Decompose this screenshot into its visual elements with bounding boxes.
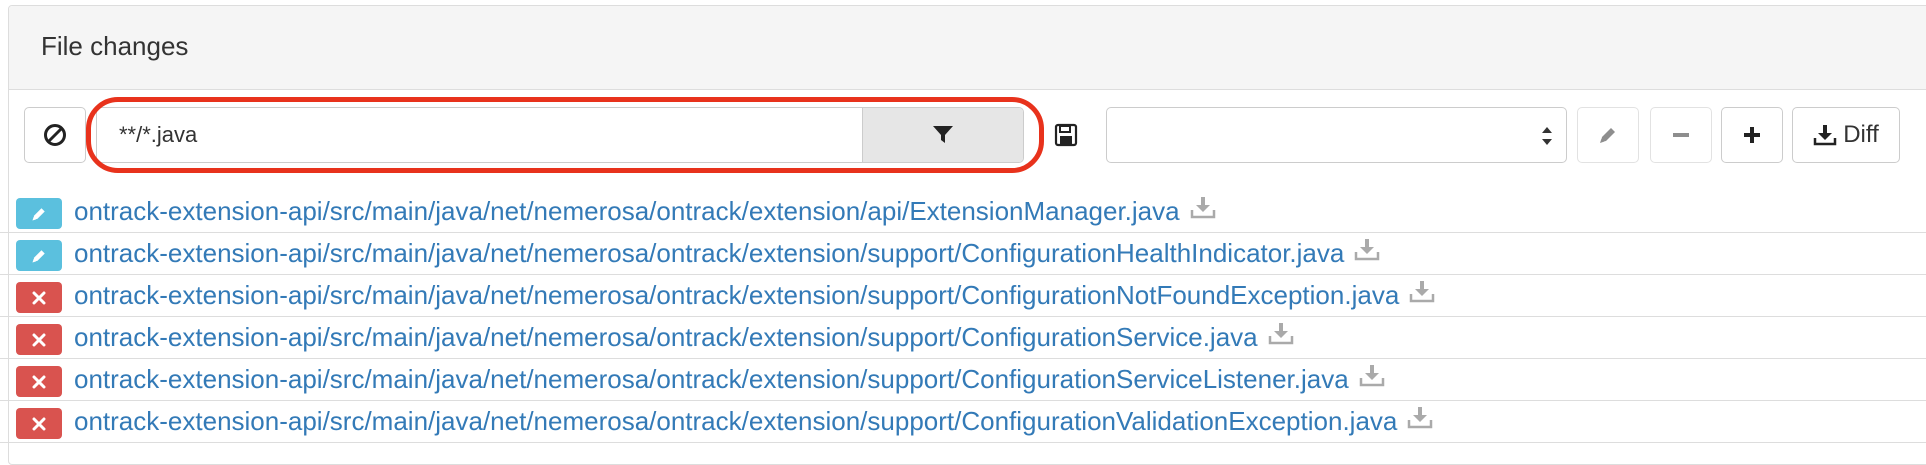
download-icon[interactable]: [1409, 280, 1435, 311]
file-path-link[interactable]: ontrack-extension-api/src/main/java/net/…: [74, 406, 1433, 437]
x-icon: [32, 291, 46, 305]
remove-filter-button[interactable]: [1650, 107, 1712, 163]
file-path-link[interactable]: ontrack-extension-api/src/main/java/net/…: [74, 196, 1216, 227]
file-path-link[interactable]: ontrack-extension-api/src/main/java/net/…: [74, 364, 1385, 395]
download-icon[interactable]: [1407, 406, 1433, 437]
file-change-row: ontrack-extension-api/src/main/java/net/…: [0, 275, 1926, 317]
deleted-badge: [16, 366, 62, 397]
download-icon[interactable]: [1354, 238, 1380, 269]
file-path-link[interactable]: ontrack-extension-api/src/main/java/net/…: [74, 238, 1380, 269]
modified-badge: [16, 240, 62, 271]
deleted-badge: [16, 324, 62, 355]
download-icon[interactable]: [1268, 322, 1294, 353]
file-change-row: ontrack-extension-api/src/main/java/net/…: [0, 401, 1926, 443]
x-icon: [32, 375, 46, 389]
deleted-badge: [16, 282, 62, 313]
file-path-text: ontrack-extension-api/src/main/java/net/…: [74, 322, 1258, 352]
edit-filter-button[interactable]: [1577, 107, 1639, 163]
file-path-text: ontrack-extension-api/src/main/java/net/…: [74, 280, 1400, 310]
pencil-icon: [30, 247, 48, 265]
x-icon: [32, 333, 46, 347]
download-icon: [1813, 125, 1837, 146]
diff-button-label: Diff: [1843, 121, 1879, 148]
file-change-row: ontrack-extension-api/src/main/java/net/…: [0, 191, 1926, 233]
pencil-icon: [30, 205, 48, 223]
select-arrows-icon: [1542, 127, 1552, 145]
floppy-disk-icon: [1054, 123, 1078, 147]
file-path-text: ontrack-extension-api/src/main/java/net/…: [74, 196, 1180, 226]
x-icon: [32, 417, 46, 431]
file-change-row: ontrack-extension-api/src/main/java/net/…: [0, 233, 1926, 275]
clear-filter-button[interactable]: [24, 107, 86, 163]
apply-filter-button[interactable]: [863, 108, 1023, 162]
file-path-text: ontrack-extension-api/src/main/java/net/…: [74, 238, 1345, 268]
file-path-link[interactable]: ontrack-extension-api/src/main/java/net/…: [74, 280, 1435, 311]
pencil-icon: [1600, 128, 1615, 143]
panel-title: File changes: [41, 31, 189, 61]
modified-badge: [16, 198, 62, 229]
filter-input[interactable]: [97, 108, 863, 162]
download-icon[interactable]: [1190, 196, 1216, 227]
download-icon[interactable]: [1359, 364, 1385, 395]
filter-icon: [933, 126, 953, 143]
save-filter-button[interactable]: [1048, 107, 1084, 163]
plus-icon: [1744, 127, 1760, 143]
minus-icon: [1673, 133, 1689, 137]
deleted-badge: [16, 408, 62, 439]
ban-icon: [44, 124, 66, 146]
diff-button[interactable]: Diff: [1792, 107, 1900, 163]
file-path-text: ontrack-extension-api/src/main/java/net/…: [74, 364, 1349, 394]
file-change-list: ontrack-extension-api/src/main/java/net/…: [0, 191, 1926, 443]
panel-heading: File changes: [9, 6, 1926, 90]
file-change-row: ontrack-extension-api/src/main/java/net/…: [0, 317, 1926, 359]
file-path-text: ontrack-extension-api/src/main/java/net/…: [74, 406, 1398, 436]
file-path-link[interactable]: ontrack-extension-api/src/main/java/net/…: [74, 322, 1294, 353]
add-filter-button[interactable]: [1721, 107, 1783, 163]
file-change-row: ontrack-extension-api/src/main/java/net/…: [0, 359, 1926, 401]
saved-filter-select[interactable]: [1106, 107, 1567, 163]
filter-input-group: [96, 107, 1024, 163]
